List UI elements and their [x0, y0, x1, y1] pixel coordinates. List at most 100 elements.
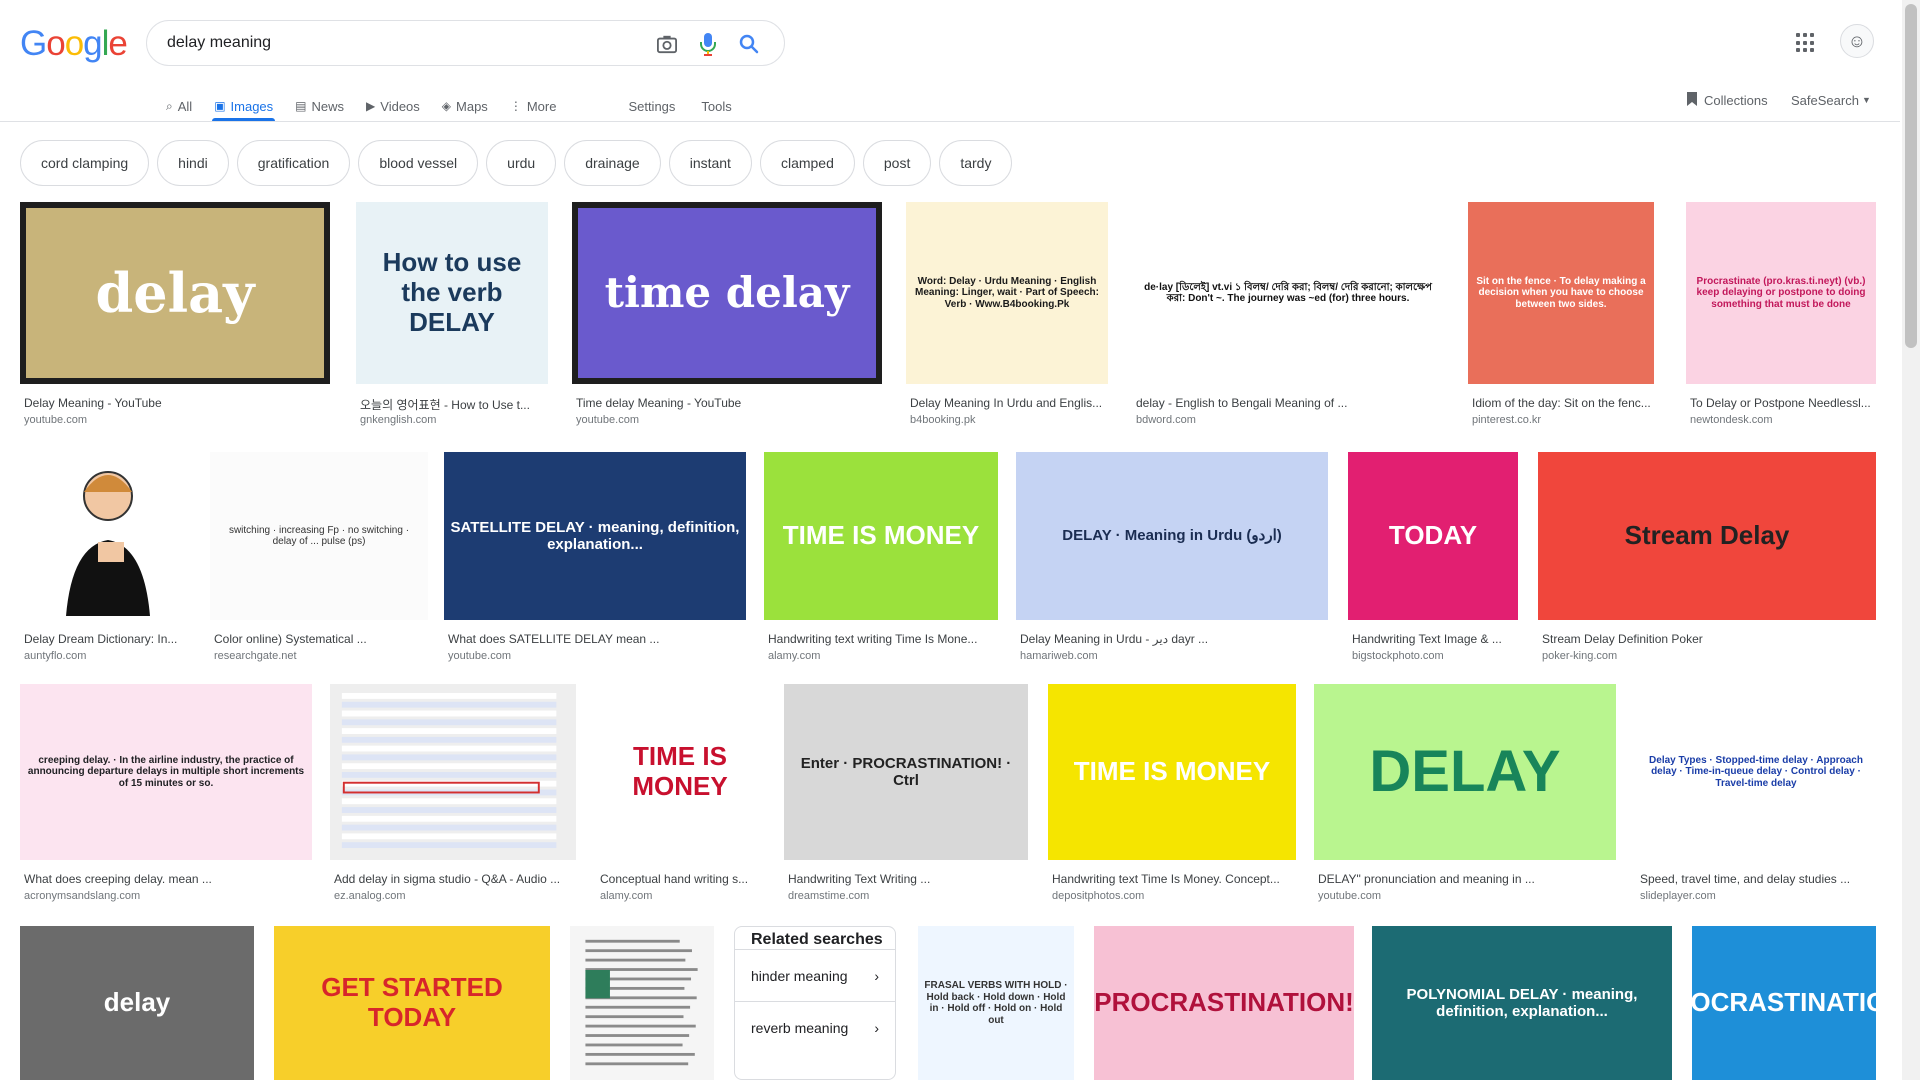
suggestion-chip[interactable]: gratification — [236, 140, 351, 186]
microphone-icon[interactable] — [696, 32, 720, 56]
related-search-item[interactable]: hinder meaning › — [735, 949, 895, 1001]
suggestion-chip[interactable]: hindi — [157, 140, 229, 186]
suggestion-chip[interactable]: cord clamping — [20, 140, 150, 186]
result-thumbnail[interactable] — [570, 926, 714, 1080]
result-thumbnail[interactable]: DELAY · Meaning in Urdu (اردو) — [1016, 452, 1328, 620]
result-thumbnail[interactable]: Procrastinate (pro.kras.ti.neyt) (vb.) k… — [1686, 202, 1876, 384]
tab-more[interactable]: ⋮ More — [510, 90, 557, 122]
result-source[interactable]: youtube.com — [576, 414, 880, 426]
result-title[interactable]: Conceptual hand writing s... — [600, 872, 762, 886]
suggestion-chip[interactable]: blood vessel — [358, 140, 479, 186]
result-thumbnail[interactable]: switching · increasing Fp · no switching… — [210, 452, 428, 620]
result-title[interactable]: delay - English to Bengali Meaning of ..… — [1136, 396, 1442, 410]
result-source[interactable]: alamy.com — [768, 650, 996, 662]
result-thumbnail[interactable]: SATELLITE DELAY · meaning, definition, e… — [444, 452, 746, 620]
result-title[interactable]: Delay Meaning in Urdu - دیر dayr ... — [1020, 632, 1326, 646]
result-thumbnail[interactable]: TIME IS MONEY — [764, 452, 998, 620]
result-title[interactable]: Delay Meaning - YouTube — [24, 396, 328, 410]
result-source[interactable]: slideplayer.com — [1640, 890, 1874, 902]
suggestion-chip[interactable]: instant — [668, 140, 752, 186]
result-thumbnail[interactable]: delay — [20, 926, 254, 1080]
google-logo[interactable]: Google — [20, 24, 128, 64]
suggestion-chip[interactable]: clamped — [759, 140, 855, 186]
result-title[interactable]: What does SATELLITE DELAY mean ... — [448, 632, 744, 646]
result-thumbnail[interactable]: POLYNOMIAL DELAY · meaning, definition, … — [1372, 926, 1672, 1080]
result-thumbnail[interactable]: Word: Delay · Urdu Meaning · English Mea… — [906, 202, 1108, 384]
result-thumbnail[interactable]: time delay — [572, 202, 882, 384]
result-source[interactable]: ez.analog.com — [334, 890, 574, 902]
tab-maps[interactable]: ◈ Maps — [442, 90, 488, 122]
result-source[interactable]: acronymsandslang.com — [24, 890, 310, 902]
result-source[interactable]: hamariweb.com — [1020, 650, 1326, 662]
result-source[interactable]: auntyflo.com — [24, 650, 190, 662]
result-title[interactable]: Handwriting text writing Time Is Mone... — [768, 632, 996, 646]
tools-link[interactable]: Tools — [701, 90, 731, 122]
result-thumbnail[interactable]: Stream Delay — [1538, 452, 1876, 620]
result-title[interactable]: 오늘의 영어표현 - How to Use t... — [360, 396, 546, 413]
result-thumbnail[interactable]: TIME IS MONEY — [596, 684, 764, 860]
search-input[interactable] — [167, 34, 627, 52]
result-source[interactable]: newtondesk.com — [1690, 414, 1874, 426]
result-source[interactable]: researchgate.net — [214, 650, 426, 662]
result-title[interactable]: Stream Delay Definition Poker — [1542, 632, 1874, 646]
result-thumbnail[interactable]: creeping delay. · In the airline industr… — [20, 684, 312, 860]
result-title[interactable]: To Delay or Postpone Needlessl... — [1690, 396, 1874, 410]
result-thumbnail[interactable]: Enter · PROCRASTINATION! · Ctrl — [784, 684, 1028, 860]
result-source[interactable]: b4booking.pk — [910, 414, 1106, 426]
result-title[interactable]: Speed, travel time, and delay studies ..… — [1640, 872, 1874, 886]
settings-link[interactable]: Settings — [628, 90, 675, 122]
result-thumbnail[interactable]: Sit on the fence · To delay making a dec… — [1468, 202, 1654, 384]
result-thumbnail[interactable]: DELAY — [1314, 684, 1616, 860]
suggestion-chip[interactable]: drainage — [564, 140, 661, 186]
apps-grid-icon[interactable] — [1796, 33, 1816, 53]
result-title[interactable]: Add delay in sigma studio - Q&A - Audio … — [334, 872, 574, 886]
result-title[interactable]: Handwriting Text Image & ... — [1352, 632, 1516, 646]
result-title[interactable]: Time delay Meaning - YouTube — [576, 396, 880, 410]
result-source[interactable]: dreamstime.com — [788, 890, 1026, 902]
suggestion-chip[interactable]: urdu — [486, 140, 557, 186]
result-title[interactable]: Handwriting Text Writing ... — [788, 872, 1026, 886]
result-source[interactable]: bdword.com — [1136, 414, 1442, 426]
tab-images[interactable]: ▣ Images — [212, 90, 276, 122]
result-title[interactable]: Idiom of the day: Sit on the fenc... — [1472, 396, 1652, 410]
result-thumbnail[interactable]: TIME IS MONEY — [1048, 684, 1296, 860]
result-source[interactable]: alamy.com — [600, 890, 762, 902]
result-title[interactable]: Delay Meaning In Urdu and Englis... — [910, 396, 1106, 410]
safesearch-toggle[interactable]: SafeSearch ▼ — [1791, 90, 1871, 110]
result-thumbnail[interactable]: TODAY — [1348, 452, 1518, 620]
scrollbar-thumb[interactable] — [1905, 4, 1917, 348]
tab-videos[interactable]: ▶ Videos — [366, 90, 420, 122]
result-title[interactable]: Handwriting text Time Is Money. Concept.… — [1052, 872, 1294, 886]
result-thumbnail[interactable]: PROCRASTINATION! — [1094, 926, 1354, 1080]
result-thumbnail[interactable]: GET STARTED TODAY — [274, 926, 550, 1080]
result-source[interactable]: poker-king.com — [1542, 650, 1874, 662]
collections-link[interactable]: Collections — [1686, 90, 1768, 110]
result-thumbnail[interactable]: de·lay [ডিলেই] vt.vi ১ বিলম্ব/ দেরি করা;… — [1132, 202, 1444, 384]
result-title[interactable]: Delay Dream Dictionary: In... — [24, 632, 190, 646]
account-avatar[interactable]: ☺ — [1840, 24, 1874, 58]
result-thumbnail[interactable]: FRASAL VERBS WITH HOLD · Hold back · Hol… — [918, 926, 1074, 1080]
result-source[interactable]: youtube.com — [1318, 890, 1614, 902]
result-source[interactable]: bigstockphoto.com — [1352, 650, 1516, 662]
search-icon[interactable] — [737, 32, 761, 56]
result-source[interactable]: youtube.com — [448, 650, 744, 662]
result-source[interactable]: youtube.com — [24, 414, 328, 426]
tab-news[interactable]: ▤ News — [295, 90, 344, 122]
result-thumbnail[interactable] — [330, 684, 576, 860]
result-source[interactable]: depositphotos.com — [1052, 890, 1294, 902]
result-source[interactable]: gnkenglish.com — [360, 414, 546, 426]
result-source[interactable]: pinterest.co.kr — [1472, 414, 1652, 426]
result-thumbnail[interactable] — [20, 452, 192, 620]
result-thumbnail[interactable]: delay — [20, 202, 330, 384]
suggestion-chip[interactable]: post — [862, 140, 932, 186]
tab-all[interactable]: ⌕ All — [166, 90, 192, 122]
camera-icon[interactable] — [655, 32, 679, 56]
result-title[interactable]: Color online) Systematical ... — [214, 632, 426, 646]
result-title[interactable]: DELAY" pronunciation and meaning in ... — [1318, 872, 1614, 886]
result-thumbnail[interactable]: Delay Types · Stopped-time delay · Appro… — [1636, 684, 1876, 860]
suggestion-chip[interactable]: tardy — [939, 140, 1013, 186]
result-thumbnail[interactable]: PROCRASTINATION! — [1692, 926, 1876, 1080]
related-search-item[interactable]: reverb meaning › — [735, 1001, 895, 1053]
result-thumbnail[interactable]: How to use the verb DELAY — [356, 202, 548, 384]
result-title[interactable]: What does creeping delay. mean ... — [24, 872, 310, 886]
